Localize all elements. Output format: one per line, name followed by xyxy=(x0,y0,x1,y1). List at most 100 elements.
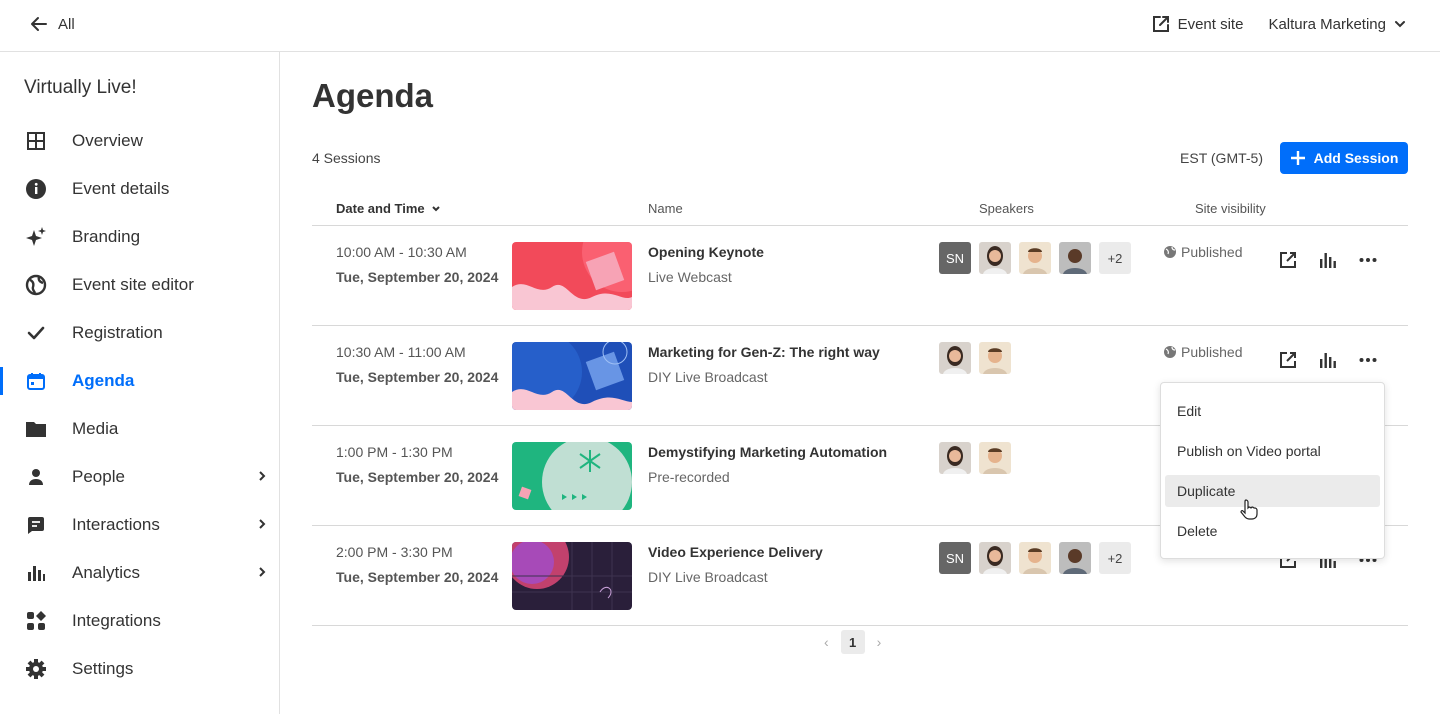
analytics-button[interactable] xyxy=(1316,248,1340,272)
calendar-icon xyxy=(24,369,48,393)
globe-icon xyxy=(1164,346,1176,358)
session-type: Live Webcast xyxy=(648,269,732,285)
menu-item-edit[interactable]: Edit xyxy=(1165,395,1380,427)
add-session-button[interactable]: Add Session xyxy=(1280,142,1408,174)
external-link-icon xyxy=(1280,252,1296,268)
sidebar-item-label: Integrations xyxy=(72,611,161,630)
grid-icon xyxy=(24,129,48,153)
avatar[interactable] xyxy=(1059,242,1091,274)
session-name[interactable]: Opening Keynote xyxy=(648,244,764,260)
session-name[interactable]: Video Experience Delivery xyxy=(648,544,823,560)
avatar[interactable] xyxy=(979,342,1011,374)
more-speakers-badge[interactable]: +2 xyxy=(1099,542,1131,574)
chevron-right-icon xyxy=(259,471,266,481)
sidebar-item-label: Interactions xyxy=(72,515,160,534)
event-site-link[interactable]: Event site xyxy=(1152,15,1244,33)
top-bar: All Event site Kaltura Marketing xyxy=(0,0,1440,52)
session-type: DIY Live Broadcast xyxy=(648,569,768,585)
session-time: 10:00 AM - 10:30 AM xyxy=(336,244,467,260)
sidebar-item-label: Overview xyxy=(72,131,143,150)
column-date-label: Date and Time xyxy=(336,201,425,216)
speaker-list: SN +2 xyxy=(939,242,1131,274)
sidebar-item-settings[interactable]: Settings xyxy=(0,645,279,693)
menu-item-delete[interactable]: Delete xyxy=(1165,515,1380,547)
folder-icon xyxy=(24,417,48,441)
back-link[interactable]: All xyxy=(30,15,75,33)
page-number[interactable]: 1 xyxy=(840,630,865,654)
avatar[interactable] xyxy=(939,442,971,474)
menu-item-publish-video-portal[interactable]: Publish on Video portal xyxy=(1165,435,1380,467)
bar-chart-icon xyxy=(1320,253,1336,268)
avatar[interactable]: SN xyxy=(939,242,971,274)
ellipsis-icon xyxy=(1359,258,1377,262)
avatar[interactable] xyxy=(1019,542,1051,574)
sidebar-item-integrations[interactable]: Integrations xyxy=(0,597,279,645)
visibility-status: Published xyxy=(1163,244,1243,260)
sidebar-item-people[interactable]: People xyxy=(0,453,279,501)
account-dropdown[interactable]: Kaltura Marketing xyxy=(1268,16,1406,33)
session-date: Tue, September 20, 2024 xyxy=(336,269,499,285)
check-icon xyxy=(24,321,48,345)
sidebar-item-interactions[interactable]: Interactions xyxy=(0,501,279,549)
session-name[interactable]: Demystifying Marketing Automation xyxy=(648,444,887,460)
gear-icon xyxy=(24,657,48,681)
visibility-label: Published xyxy=(1181,244,1243,260)
session-date: Tue, September 20, 2024 xyxy=(336,469,499,485)
info-icon xyxy=(24,177,48,201)
account-label: Kaltura Marketing xyxy=(1268,15,1386,33)
hand-cursor-icon xyxy=(1240,499,1258,520)
more-actions-button[interactable] xyxy=(1356,248,1380,272)
open-session-button[interactable] xyxy=(1276,248,1300,272)
session-name[interactable]: Marketing for Gen-Z: The right way xyxy=(648,344,880,360)
add-session-label: Add Session xyxy=(1313,150,1399,166)
ellipsis-icon xyxy=(1359,358,1377,362)
globe-icon xyxy=(24,273,48,297)
more-speakers-badge[interactable]: +2 xyxy=(1099,242,1131,274)
integrations-icon xyxy=(24,609,48,633)
session-thumbnail xyxy=(512,542,632,610)
avatar[interactable] xyxy=(1059,542,1091,574)
more-actions-button[interactable] xyxy=(1356,348,1380,372)
session-thumbnail xyxy=(512,442,632,510)
session-type: Pre-recorded xyxy=(648,469,730,485)
column-date-sort[interactable]: Date and Time xyxy=(336,201,441,216)
event-title: Virtually Live! xyxy=(24,77,137,98)
event-site-label: Event site xyxy=(1177,15,1244,33)
sidebar-item-media[interactable]: Media xyxy=(0,405,279,453)
sidebar-item-analytics[interactable]: Analytics xyxy=(0,549,279,597)
next-page-button[interactable]: › xyxy=(877,634,882,650)
column-speakers: Speakers xyxy=(979,201,1034,216)
avatar[interactable] xyxy=(939,342,971,374)
sidebar-item-label: Analytics xyxy=(72,563,141,582)
back-label: All xyxy=(58,15,75,33)
sidebar-item-agenda[interactable]: Agenda xyxy=(0,357,279,405)
chevron-down-icon xyxy=(431,205,440,211)
timezone-label: EST (GMT-5) xyxy=(1180,150,1263,166)
table-row[interactable]: 10:00 AM - 10:30 AM Tue, September 20, 2… xyxy=(312,226,1408,326)
sidebar-item-event-site-editor[interactable]: Event site editor xyxy=(0,261,279,309)
table-header: Date and Time Name Speakers Site visibil… xyxy=(312,192,1408,226)
session-thumbnail xyxy=(512,342,632,410)
person-icon xyxy=(24,465,48,489)
arrow-left-icon xyxy=(31,17,47,31)
open-session-button[interactable] xyxy=(1276,348,1300,372)
session-thumbnail xyxy=(512,242,632,310)
prev-page-button[interactable]: ‹ xyxy=(824,634,829,650)
menu-item-duplicate[interactable]: Duplicate xyxy=(1165,475,1380,507)
sidebar-item-registration[interactable]: Registration xyxy=(0,309,279,357)
avatar[interactable]: SN xyxy=(939,542,971,574)
session-time: 2:00 PM - 3:30 PM xyxy=(336,544,453,560)
avatar[interactable] xyxy=(979,242,1011,274)
avatar[interactable] xyxy=(1019,242,1051,274)
avatar[interactable] xyxy=(979,442,1011,474)
chevron-right-icon xyxy=(259,567,266,577)
sidebar-item-branding[interactable]: Branding xyxy=(0,213,279,261)
avatar[interactable] xyxy=(979,542,1011,574)
sidebar-item-label: People xyxy=(72,467,125,486)
session-type: DIY Live Broadcast xyxy=(648,369,768,385)
sidebar-item-event-details[interactable]: Event details xyxy=(0,165,279,213)
sidebar-item-label: Agenda xyxy=(72,371,135,390)
page-title: Agenda xyxy=(312,77,434,114)
analytics-button[interactable] xyxy=(1316,348,1340,372)
sidebar-item-overview[interactable]: Overview xyxy=(0,117,279,165)
